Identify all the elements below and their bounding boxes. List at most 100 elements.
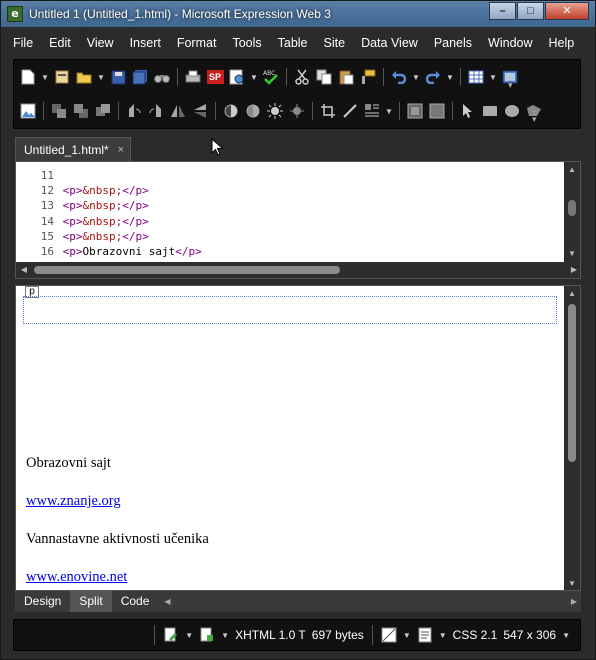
menu-data-view[interactable]: Data View	[353, 32, 426, 54]
css-version-indicator[interactable]: CSS 2.1	[453, 628, 498, 642]
document-tab[interactable]: Untitled_1.html* ×	[15, 137, 131, 161]
wrapping-style-icon[interactable]	[362, 101, 382, 121]
more-brightness-icon[interactable]	[265, 101, 285, 121]
tab-design[interactable]: Design	[15, 591, 70, 612]
insert-table-icon[interactable]	[466, 67, 486, 87]
scroll-thumb[interactable]	[568, 304, 576, 462]
save-all-icon[interactable]	[130, 67, 150, 87]
menu-site[interactable]: Site	[316, 32, 354, 54]
find-icon[interactable]	[152, 67, 172, 87]
document-properties-icon[interactable]	[417, 627, 433, 643]
paragraph[interactable]: Obrazovni sajt	[26, 454, 209, 492]
scroll-thumb[interactable]	[568, 200, 576, 216]
open-site-icon[interactable]	[52, 67, 72, 87]
menu-format[interactable]: Format	[169, 32, 225, 54]
design-view-pane[interactable]: p Obrazovni sajt www.znanje.org Vannasta…	[15, 285, 581, 591]
style-dropdown-arrow-icon[interactable]: ▼	[221, 631, 229, 640]
doctype-indicator[interactable]: XHTML 1.0 T	[235, 628, 306, 642]
minimize-button[interactable]: –	[489, 2, 516, 20]
flip-horizontal-icon[interactable]	[168, 101, 188, 121]
rectangular-hotspot-icon[interactable]	[480, 101, 500, 121]
selected-paragraph-outline[interactable]	[23, 296, 557, 324]
undo-icon[interactable]	[389, 67, 409, 87]
new-dropdown-arrow-icon[interactable]: ▼	[40, 67, 50, 87]
code-line[interactable]: 15 <p> &nbsp; </p>	[16, 229, 202, 244]
save-icon[interactable]	[108, 67, 128, 87]
page-size-icon[interactable]	[381, 627, 397, 643]
style-application-icon[interactable]	[199, 627, 215, 643]
menu-panels[interactable]: Panels	[426, 32, 480, 54]
scroll-down-arrow-icon[interactable]: ▼	[564, 576, 580, 590]
visual-aids-icon[interactable]	[163, 627, 179, 643]
sharepoint-icon[interactable]: SP	[205, 67, 225, 87]
menu-file[interactable]: File	[5, 32, 41, 54]
scroll-up-arrow-icon[interactable]: ▲	[564, 286, 580, 302]
undo-dropdown-arrow-icon[interactable]: ▼	[411, 67, 421, 87]
expression-web-icon[interactable]: e	[7, 6, 23, 22]
resample-icon[interactable]	[427, 101, 447, 121]
spelling-icon[interactable]: ABC	[261, 67, 281, 87]
menu-edit[interactable]: Edit	[41, 32, 79, 54]
new-page-icon[interactable]	[18, 67, 38, 87]
visual-aids-dropdown-arrow-icon[interactable]: ▼	[185, 631, 193, 640]
menu-window[interactable]: Window	[480, 32, 540, 54]
code-line[interactable]: 14 <p> &nbsp; </p>	[16, 214, 202, 229]
table-dropdown-arrow-icon[interactable]: ▼	[488, 67, 498, 87]
scroll-left-arrow-icon[interactable]: ◀	[164, 597, 170, 606]
design-vertical-scrollbar[interactable]: ▲ ▼	[564, 286, 580, 590]
scroll-down-arrow-icon[interactable]: ▼	[564, 246, 580, 262]
close-button[interactable]: ✕	[545, 2, 589, 20]
menu-tools[interactable]: Tools	[224, 32, 269, 54]
maximize-button[interactable]: □	[517, 2, 544, 20]
tab-split[interactable]: Split	[70, 591, 112, 612]
auto-thumbnail-icon[interactable]	[405, 101, 425, 121]
paste-icon[interactable]	[336, 67, 356, 87]
toolbar-gripper-icon[interactable]: = ▾	[532, 109, 540, 124]
code-line[interactable]: 16 <p> Obrazovni sajt </p>	[16, 244, 202, 259]
bring-forward-icon[interactable]	[49, 101, 69, 121]
redo-dropdown-arrow-icon[interactable]: ▼	[445, 67, 455, 87]
redo-icon[interactable]	[423, 67, 443, 87]
rotate-right-icon[interactable]	[146, 101, 166, 121]
menu-view[interactable]: View	[79, 32, 122, 54]
less-contrast-icon[interactable]	[243, 101, 263, 121]
paragraph[interactable]: Vannastavne aktivnosti učenika	[26, 530, 209, 568]
flip-vertical-icon[interactable]	[190, 101, 210, 121]
circular-hotspot-icon[interactable]	[502, 101, 522, 121]
line-style-icon[interactable]	[340, 101, 360, 121]
less-brightness-icon[interactable]	[287, 101, 307, 121]
insert-picture-icon[interactable]	[18, 101, 38, 121]
dimensions-dropdown-arrow-icon[interactable]: ▼	[562, 631, 570, 640]
print-icon[interactable]	[183, 67, 203, 87]
code-line[interactable]: 12 <p> &nbsp; </p>	[16, 183, 202, 198]
properties-dropdown-arrow-icon[interactable]: ▼	[439, 631, 447, 640]
paragraph[interactable]: www.enovine.net	[26, 568, 209, 590]
page-dimensions-indicator[interactable]: 547 x 306	[503, 628, 556, 642]
menu-insert[interactable]: Insert	[122, 32, 169, 54]
select-pointer-icon[interactable]	[458, 101, 478, 121]
open-dropdown-arrow-icon[interactable]: ▼	[96, 67, 106, 87]
copy-icon[interactable]	[314, 67, 334, 87]
hyperlink[interactable]: www.enovine.net	[26, 569, 127, 585]
code-line[interactable]: 11	[16, 168, 202, 183]
toolbar-gripper-icon[interactable]: = ▾	[508, 75, 516, 90]
cut-icon[interactable]	[292, 67, 312, 87]
rotate-left-icon[interactable]	[124, 101, 144, 121]
code-line[interactable]: 13 <p> &nbsp; </p>	[16, 198, 202, 213]
preview-in-browser-icon[interactable]	[227, 67, 247, 87]
menu-table[interactable]: Table	[270, 32, 316, 54]
paragraph[interactable]: www.znanje.org	[26, 492, 209, 530]
scroll-thumb[interactable]	[34, 266, 340, 274]
crop-icon[interactable]	[318, 101, 338, 121]
scroll-right-arrow-icon[interactable]: ▶	[566, 262, 580, 278]
send-backward-icon[interactable]	[71, 101, 91, 121]
tab-code[interactable]: Code	[112, 591, 159, 612]
scroll-left-arrow-icon[interactable]: ◀	[16, 262, 32, 278]
send-to-back-icon[interactable]	[93, 101, 113, 121]
code-view-pane[interactable]: 11 12 <p> &nbsp; </p> 13 <p> &nbsp; </p> 14 …	[15, 161, 581, 279]
menu-help[interactable]: Help	[541, 32, 583, 54]
wrapping-dropdown-arrow-icon[interactable]: ▼	[384, 101, 394, 121]
document-tab-close-icon[interactable]: ×	[118, 144, 124, 156]
code-horizontal-scrollbar[interactable]: ◀ ▶	[16, 262, 580, 278]
format-painter-icon[interactable]	[358, 67, 378, 87]
